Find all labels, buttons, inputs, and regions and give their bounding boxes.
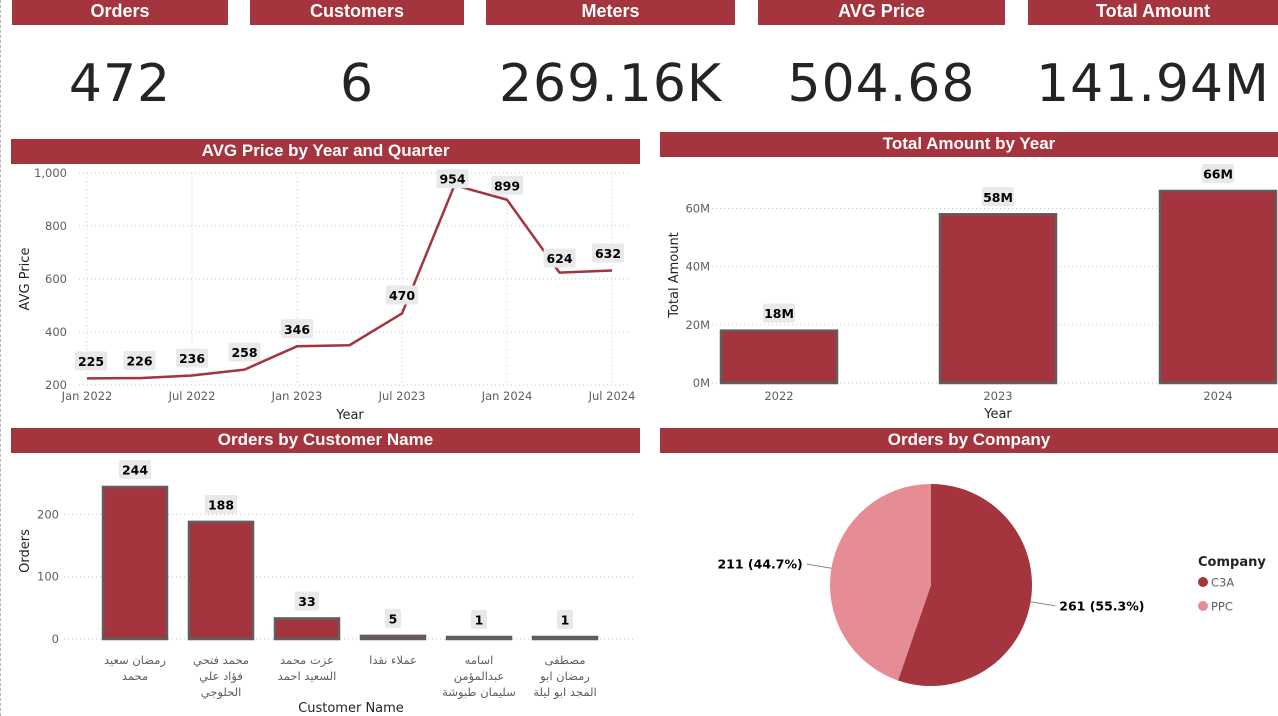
total-amount-bar — [719, 329, 839, 385]
avg-price-x-tick: Jul 2023 — [378, 389, 426, 403]
orders-customer-x-tick: مصطفى — [545, 653, 586, 667]
orders-customer-x-tick: السعيد احمد — [278, 669, 337, 683]
avg-price-data-label: 346 — [284, 322, 310, 337]
total-amount-data-label: 58M — [983, 190, 1013, 205]
avg-price-data-label: 236 — [179, 351, 205, 366]
avg-price-data-label: 632 — [595, 246, 621, 261]
pie-data-label-ppc: 211 (44.7%) — [717, 557, 802, 572]
orders-customer-x-tick: محمد فتحي — [193, 653, 249, 667]
pie-legend-item-ppc: PPC — [1211, 600, 1233, 614]
orders-customer-bar — [187, 520, 255, 641]
pie-legend-title: Company — [1198, 555, 1266, 570]
orders-customer-y-title: Orders — [18, 529, 33, 573]
total-amount-bar — [1158, 189, 1278, 385]
total-amount-x-title: Year — [983, 407, 1012, 422]
total-amount-x-tick: 2022 — [764, 389, 793, 403]
pie-legend-item-c3a: C3A — [1211, 576, 1234, 590]
orders-customer-x-tick: رمضان ابو — [539, 669, 590, 684]
orders-customer-data-label: 33 — [298, 594, 315, 609]
orders-customer-x-tick: المجد ابو ليلة — [533, 685, 596, 700]
orders-customer-data-label: 1 — [475, 613, 484, 628]
total-amount-y-tick: 40M — [685, 260, 710, 274]
avg-price-y-title: AVG Price — [18, 248, 33, 311]
orders-customer-x-tick: الحلوجي — [201, 685, 242, 700]
avg-price-data-label: 899 — [494, 178, 520, 193]
total-amount-y-tick: 0M — [693, 376, 710, 390]
pie-leader-line — [806, 563, 832, 569]
total-amount-y-title: Total Amount — [667, 232, 682, 319]
orders-customer-bar — [359, 634, 427, 641]
avg-price-x-tick: Jul 2022 — [168, 389, 216, 403]
pie-leader-line — [1030, 601, 1056, 607]
orders-customer-y-tick: 100 — [37, 570, 59, 584]
orders-customer-x-tick: عبدالمؤمن — [454, 669, 505, 684]
pie-data-label-c3a: 261 (55.3%) — [1059, 598, 1144, 613]
orders-customer-x-tick: رمضان سعيد — [104, 653, 166, 668]
avg-price-series-line — [86, 183, 613, 380]
avg-price-data-label: 225 — [78, 354, 104, 369]
total-amount-x-tick: 2024 — [1203, 389, 1232, 403]
avg-price-x-title: Year — [335, 408, 364, 423]
avg-price-data-label: 258 — [231, 345, 257, 360]
orders-customer-x-tick: اسامه — [465, 653, 494, 667]
orders-customer-y-tick: 200 — [37, 507, 59, 521]
avg-price-data-label: 470 — [389, 288, 415, 303]
orders-customer-x-tick: فؤاد علي — [199, 669, 243, 684]
total-amount-data-label: 66M — [1203, 167, 1233, 182]
orders-customer-x-tick: سليمان طبوشة — [442, 685, 516, 700]
orders-customer-data-label: 5 — [389, 611, 398, 626]
avg-price-y-tick: 400 — [45, 325, 67, 339]
total-amount-y-tick: 20M — [685, 318, 710, 332]
orders-customer-data-label: 244 — [122, 463, 148, 478]
orders-customer-bar — [531, 635, 599, 641]
avg-price-data-label: 954 — [439, 172, 465, 187]
orders-customer-x-tick: محمد — [122, 669, 148, 683]
pie-legend-marker-c3a — [1198, 577, 1208, 587]
orders-customer-bar — [273, 617, 341, 641]
avg-price-data-label: 624 — [546, 251, 572, 266]
orders-customer-x-title: Customer Name — [298, 701, 404, 716]
avg-price-x-tick: Jul 2024 — [588, 389, 636, 403]
avg-price-y-tick: 600 — [45, 272, 67, 286]
avg-price-y-tick: 1,000 — [34, 166, 67, 180]
pie-legend-marker-ppc — [1198, 601, 1208, 611]
orders-customer-x-tick: عملاء نقدا — [369, 653, 417, 667]
avg-price-data-label: 226 — [126, 354, 152, 369]
orders-customer-bar — [101, 485, 169, 641]
total-amount-data-label: 18M — [764, 306, 794, 321]
orders-customer-y-tick: 0 — [52, 632, 59, 646]
orders-customer-data-label: 188 — [208, 497, 234, 512]
avg-price-x-tick: Jan 2022 — [61, 389, 113, 403]
total-amount-y-tick: 60M — [685, 201, 710, 215]
orders-customer-bar — [445, 635, 513, 641]
orders-customer-x-tick: عزت محمد — [280, 653, 334, 668]
charts-canvas: 200 400 600 800 1,000 Jan 2022 Jul 2022 Jan 202… — [18, 164, 1278, 716]
avg-price-x-tick: Jan 2024 — [481, 389, 533, 403]
avg-price-x-tick: Jan 2023 — [271, 389, 323, 403]
avg-price-y-tick: 800 — [45, 219, 67, 233]
total-amount-bar — [938, 213, 1058, 385]
total-amount-x-tick: 2023 — [983, 389, 1012, 403]
orders-customer-data-label: 1 — [561, 613, 570, 628]
